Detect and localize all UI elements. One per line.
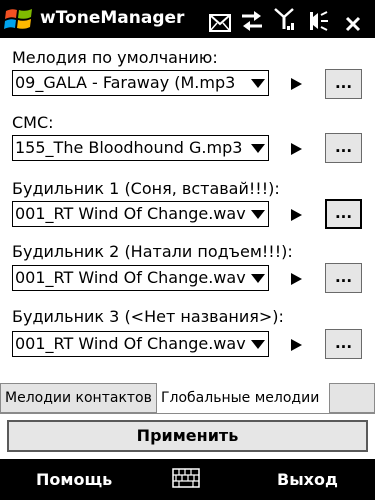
browse-button[interactable]: ... bbox=[325, 133, 362, 163]
chevron-down-icon[interactable] bbox=[251, 144, 265, 153]
title-bar: wToneManager bbox=[0, 0, 375, 38]
alarm1-tone-select[interactable]: 001_RT Wind Of Change.wav bbox=[12, 201, 269, 227]
keyboard-icon[interactable] bbox=[172, 468, 200, 488]
browse-button[interactable]: ... bbox=[325, 263, 362, 293]
browse-button[interactable]: ... bbox=[325, 69, 362, 99]
exit-softkey[interactable]: Выход bbox=[277, 470, 338, 489]
sms-tone-select[interactable]: 155_The Bloodhound G.mp3 bbox=[12, 135, 269, 161]
speaker-icon[interactable] bbox=[305, 8, 329, 34]
chevron-down-icon[interactable] bbox=[251, 340, 265, 349]
play-icon[interactable] bbox=[291, 78, 302, 90]
envelope-icon[interactable] bbox=[209, 10, 231, 36]
tab-strip-filler bbox=[329, 383, 375, 413]
chevron-down-icon[interactable] bbox=[251, 210, 265, 219]
play-icon[interactable] bbox=[291, 209, 302, 221]
sms-tone-value: 155_The Bloodhound G.mp3 bbox=[15, 138, 243, 157]
alarm1-tone-label: Будильник 1 (Соня, вставай!!!): bbox=[12, 179, 280, 198]
app-title: wToneManager bbox=[40, 8, 185, 28]
signal-icon[interactable] bbox=[273, 7, 295, 33]
play-icon[interactable] bbox=[291, 273, 302, 285]
sync-arrows-icon[interactable] bbox=[240, 8, 264, 34]
apply-button[interactable]: Применить bbox=[7, 420, 368, 452]
tab-divider bbox=[0, 413, 375, 414]
alarm3-tone-value: 001_RT Wind Of Change.wav bbox=[15, 334, 246, 353]
tab-strip: Мелодии контактов Глобальные мелодии bbox=[0, 383, 375, 413]
alarm1-tone-value: 001_RT Wind Of Change.wav bbox=[15, 204, 246, 223]
global-tones-panel: Мелодия по умолчанию: 09_GALA - Faraway … bbox=[0, 38, 375, 382]
play-icon[interactable] bbox=[291, 143, 302, 155]
alarm2-tone-select[interactable]: 001_RT Wind Of Change.wav bbox=[12, 265, 269, 291]
sms-tone-label: СМС: bbox=[12, 113, 54, 132]
chevron-down-icon[interactable] bbox=[251, 274, 265, 283]
alarm2-tone-label: Будильник 2 (Натали подъем!!!): bbox=[12, 242, 293, 261]
close-icon[interactable] bbox=[345, 11, 361, 37]
play-icon[interactable] bbox=[291, 339, 302, 351]
default-tone-select[interactable]: 09_GALA - Faraway (M.mp3 bbox=[12, 70, 269, 96]
alarm3-tone-label: Будильник 3 (<Нет названия>): bbox=[12, 307, 284, 326]
tab-global-tones[interactable]: Глобальные мелодии bbox=[157, 383, 329, 413]
help-softkey[interactable]: Помощь bbox=[36, 470, 112, 489]
tab-contact-tones[interactable]: Мелодии контактов bbox=[0, 383, 157, 413]
chevron-down-icon[interactable] bbox=[251, 79, 265, 88]
windows-start-icon[interactable] bbox=[4, 5, 34, 33]
browse-button[interactable]: ... bbox=[325, 329, 362, 359]
default-tone-value: 09_GALA - Faraway (M.mp3 bbox=[15, 73, 236, 92]
alarm2-tone-value: 001_RT Wind Of Change.wav bbox=[15, 268, 246, 287]
alarm3-tone-select[interactable]: 001_RT Wind Of Change.wav bbox=[12, 331, 269, 357]
softkey-bar: Помощь Выход bbox=[0, 459, 375, 500]
default-tone-label: Мелодия по умолчанию: bbox=[12, 48, 218, 67]
browse-button[interactable]: ... bbox=[325, 199, 362, 229]
